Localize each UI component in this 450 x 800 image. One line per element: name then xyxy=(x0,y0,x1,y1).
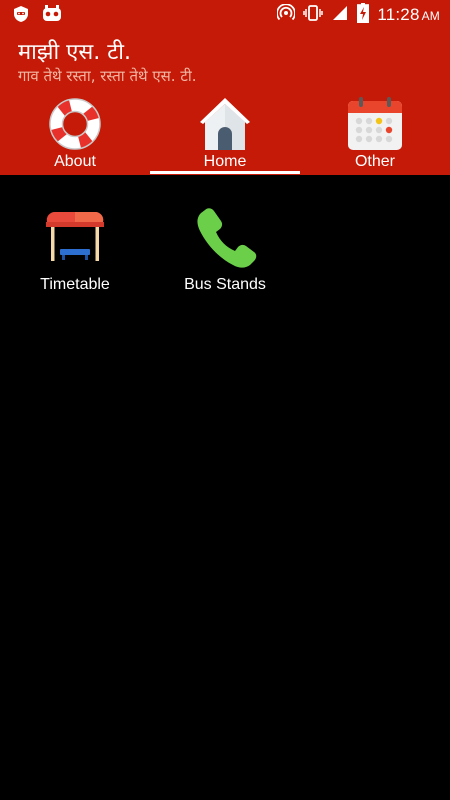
hotspot-icon xyxy=(276,2,297,27)
app-subtitle: गाव तेथे रस्ता, रस्ता तेथे एस. टी. xyxy=(18,67,197,85)
bus-stands-label: Bus Stands xyxy=(184,276,266,293)
app-header: माझी एस. टी. गाव तेथे रस्ता, रस्ता तेथे … xyxy=(0,30,450,175)
app-title: माझी एस. टी. xyxy=(18,40,131,65)
bus-stands-button[interactable]: Bus Stands xyxy=(150,200,300,300)
lifebuoy-icon xyxy=(47,96,103,152)
game-controller-icon xyxy=(42,5,62,28)
bus-stop-shelter-icon xyxy=(43,204,107,268)
house-icon xyxy=(197,96,253,152)
tab-about[interactable]: About xyxy=(0,94,150,175)
tab-other-label: Other xyxy=(354,153,395,170)
status-ampm: AM xyxy=(421,9,440,23)
status-left-icons xyxy=(12,5,62,28)
status-bar: 11:28 AM xyxy=(0,0,450,30)
timetable-button[interactable]: Timetable xyxy=(0,200,150,300)
tab-about-label: About xyxy=(54,153,96,170)
tab-home[interactable]: Home xyxy=(150,94,300,175)
status-clock: 11:28 AM xyxy=(377,5,440,25)
timetable-label: Timetable xyxy=(40,276,110,293)
phone-icon xyxy=(193,204,257,268)
tab-other[interactable]: Other xyxy=(300,94,450,175)
shield-notification-icon xyxy=(12,5,30,28)
vibrate-icon xyxy=(303,4,324,27)
status-right-icons: 11:28 AM xyxy=(276,2,440,28)
tab-home-label: Home xyxy=(203,153,247,170)
signal-icon xyxy=(331,4,349,27)
calendar-icon xyxy=(347,96,403,152)
status-time: 11:28 xyxy=(377,5,420,24)
selected-tab-indicator xyxy=(150,171,300,174)
battery-charging-icon xyxy=(357,2,370,28)
